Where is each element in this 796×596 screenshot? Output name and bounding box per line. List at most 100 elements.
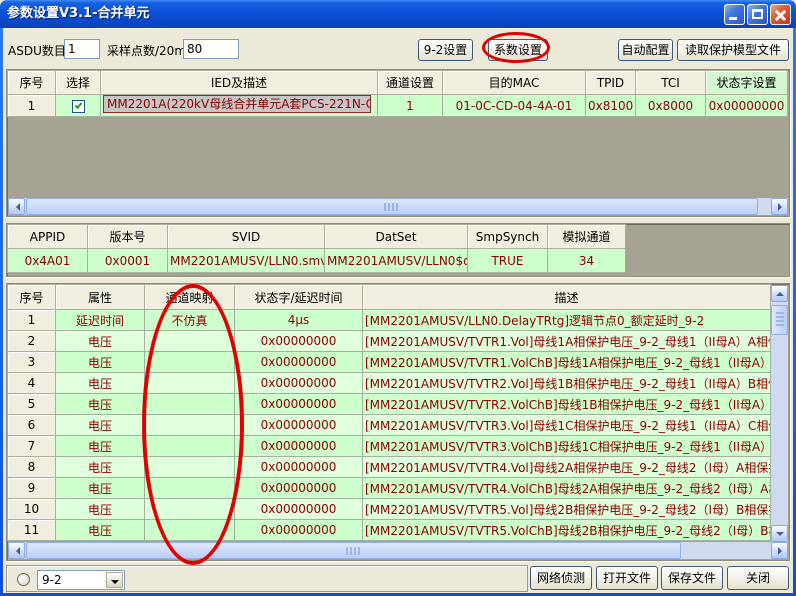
ied-description-chip[interactable]: MM2201A(220kV母线合并单元A套PCS-221N-G-H3) xyxy=(103,95,371,113)
maximize-button[interactable] xyxy=(747,4,768,25)
cell-status-delay[interactable]: 0x00000000 xyxy=(235,415,363,436)
cell-appid[interactable]: 0x4A01 xyxy=(8,249,88,273)
cell-status-delay[interactable]: 0x00000000 xyxy=(235,478,363,499)
cell-analog-channels[interactable]: 34 xyxy=(548,249,626,273)
combobox-drop-button[interactable] xyxy=(106,572,123,588)
cell-select[interactable] xyxy=(56,95,101,117)
setting-9-2-button[interactable]: 9-2设置 xyxy=(418,39,473,61)
cell-attribute[interactable]: 电压 xyxy=(56,352,145,373)
select-checkbox[interactable] xyxy=(72,100,85,113)
cell-channel-map[interactable] xyxy=(145,436,235,457)
open-file-button[interactable]: 打开文件 xyxy=(596,566,658,590)
hscroll-thumb[interactable] xyxy=(26,542,681,559)
scroll-left-button[interactable] xyxy=(8,198,25,215)
cell-status-delay[interactable]: 0x00000000 xyxy=(235,352,363,373)
mode-radio[interactable] xyxy=(17,573,30,586)
cell-status-delay[interactable]: 0x00000000 xyxy=(235,394,363,415)
cell-dest-mac[interactable]: 01-0C-CD-04-4A-01 xyxy=(443,95,586,117)
save-file-button[interactable]: 保存文件 xyxy=(661,566,723,590)
cell-ied-desc[interactable]: MM2201A(220kV母线合并单元A套PCS-221N-G-H3) xyxy=(101,95,378,117)
channel-table-vscrollbar[interactable] xyxy=(771,285,788,542)
cell-row-no[interactable]: 3 xyxy=(8,352,56,373)
auto-config-button[interactable]: 自动配置 xyxy=(618,39,673,61)
cell-description[interactable]: [MM2201AMUSV/TVTR4.Vol]母线2A相保护电压_9-2_母线2… xyxy=(363,457,771,478)
cell-description[interactable]: [MM2201AMUSV/TVTR2.Vol]母线1B相保护电压_9-2_母线1… xyxy=(363,373,771,394)
cell-attribute[interactable]: 电压 xyxy=(56,520,145,541)
cell-status-delay[interactable]: 0x00000000 xyxy=(235,520,363,541)
read-protect-model-button[interactable]: 读取保护模型文件 xyxy=(677,39,789,61)
cell-channel-map[interactable] xyxy=(145,331,235,352)
cell-status-delay[interactable]: 0x00000000 xyxy=(235,457,363,478)
cell-channel-map[interactable] xyxy=(145,352,235,373)
cell-attribute[interactable]: 延迟时间 xyxy=(56,310,145,331)
cell-row-no[interactable]: 2 xyxy=(8,331,56,352)
title-bar[interactable]: 参数设置V3.1-合并单元 xyxy=(0,0,796,28)
asdu-count-input[interactable] xyxy=(64,39,100,59)
cell-row-no[interactable]: 7 xyxy=(8,436,56,457)
cell-version[interactable]: 0x0001 xyxy=(88,249,168,273)
cell-row-no[interactable]: 8 xyxy=(8,457,56,478)
vscroll-thumb[interactable] xyxy=(771,305,788,335)
cell-attribute[interactable]: 电压 xyxy=(56,478,145,499)
scroll-left-button[interactable] xyxy=(8,542,25,559)
scroll-right-button[interactable] xyxy=(771,542,788,559)
cell-row-no[interactable]: 4 xyxy=(8,373,56,394)
channel-table-hscrollbar[interactable] xyxy=(8,542,788,559)
close-dialog-button[interactable]: 关闭 xyxy=(727,566,789,590)
cell-row-no[interactable]: 1 xyxy=(8,310,56,331)
coefficient-setting-button[interactable]: 系数设置 xyxy=(488,39,548,61)
scroll-up-button[interactable] xyxy=(771,285,788,302)
cell-channel-map[interactable] xyxy=(145,478,235,499)
cell-row-no[interactable]: 5 xyxy=(8,394,56,415)
cell-description[interactable]: [MM2201AMUSV/TVTR3.Vol]母线1C相保护电压_9-2_母线1… xyxy=(363,415,771,436)
cell-description[interactable]: [MM2201AMUSV/TVTR1.Vol]母线1A相保护电压_9-2_母线1… xyxy=(363,331,771,352)
cell-status-delay[interactable]: 0x00000000 xyxy=(235,373,363,394)
ied-table-hscrollbar[interactable] xyxy=(8,198,788,215)
cell-description[interactable]: [MM2201AMUSV/TVTR1.VolChB]母线1A相保护电压_9-2_… xyxy=(363,352,771,373)
cell-attribute[interactable]: 电压 xyxy=(56,331,145,352)
cell-attribute[interactable]: 电压 xyxy=(56,373,145,394)
cell-description[interactable]: [MM2201AMUSV/TVTR5.VolChB]母线2B相保护电压_9-2_… xyxy=(363,520,771,541)
cell-attribute[interactable]: 电压 xyxy=(56,415,145,436)
close-button[interactable] xyxy=(770,4,791,25)
cell-attribute[interactable]: 电压 xyxy=(56,394,145,415)
minimize-button[interactable] xyxy=(724,4,745,25)
cell-status-delay[interactable]: 0x00000000 xyxy=(235,499,363,520)
cell-row-no[interactable]: 11 xyxy=(8,520,56,541)
cell-description[interactable]: [MM2201AMUSV/TVTR2.VolChB]母线1B相保护电压_9-2_… xyxy=(363,394,771,415)
cell-smpsynch[interactable]: TRUE xyxy=(468,249,548,273)
cell-index[interactable]: 1 xyxy=(8,95,56,117)
cell-description[interactable]: [MM2201AMUSV/LLN0.DelayTRtg]逻辑节点0_额定延时_9… xyxy=(363,310,771,331)
sample-count-input[interactable] xyxy=(183,39,239,59)
cell-svid[interactable]: MM2201AMUSV/LLN0.smvcb0 xyxy=(168,249,325,273)
cell-channel-map[interactable] xyxy=(145,373,235,394)
network-detect-button[interactable]: 网络侦测 xyxy=(530,566,592,590)
cell-description[interactable]: [MM2201AMUSV/TVTR4.VolChB]母线2A相保护电压_9-2_… xyxy=(363,478,771,499)
cell-row-no[interactable]: 9 xyxy=(8,478,56,499)
cell-channel-setting[interactable]: 1 xyxy=(378,95,443,117)
cell-tci[interactable]: 0x8000 xyxy=(636,95,706,117)
scroll-right-button[interactable] xyxy=(771,198,788,215)
cell-status-delay[interactable]: 0x00000000 xyxy=(235,331,363,352)
cell-channel-map[interactable]: 不仿真 xyxy=(145,310,235,331)
cell-channel-map[interactable] xyxy=(145,394,235,415)
cell-description[interactable]: [MM2201AMUSV/TVTR3.VolChB]母线1C相保护电压_9-2_… xyxy=(363,436,771,457)
hscroll-thumb[interactable] xyxy=(26,198,758,215)
cell-tpid[interactable]: 0x8100 xyxy=(586,95,636,117)
cell-status-delay[interactable]: 0x00000000 xyxy=(235,436,363,457)
cell-row-no[interactable]: 6 xyxy=(8,415,56,436)
mode-combobox[interactable]: 9-2 xyxy=(37,570,125,590)
cell-channel-map[interactable] xyxy=(145,457,235,478)
cell-row-no[interactable]: 10 xyxy=(8,499,56,520)
cell-status-word[interactable]: 0x00000000 xyxy=(706,95,788,117)
cell-status-delay[interactable]: 4μs xyxy=(235,310,363,331)
cell-attribute[interactable]: 电压 xyxy=(56,436,145,457)
cell-channel-map[interactable] xyxy=(145,499,235,520)
scroll-down-button[interactable] xyxy=(771,525,788,542)
cell-channel-map[interactable] xyxy=(145,415,235,436)
cell-datset[interactable]: MM2201AMUSV/LLN0$dsSV xyxy=(325,249,468,273)
cell-attribute[interactable]: 电压 xyxy=(56,499,145,520)
cell-attribute[interactable]: 电压 xyxy=(56,457,145,478)
cell-description[interactable]: [MM2201AMUSV/TVTR5.Vol]母线2B相保护电压_9-2_母线2… xyxy=(363,499,771,520)
cell-channel-map[interactable] xyxy=(145,520,235,541)
